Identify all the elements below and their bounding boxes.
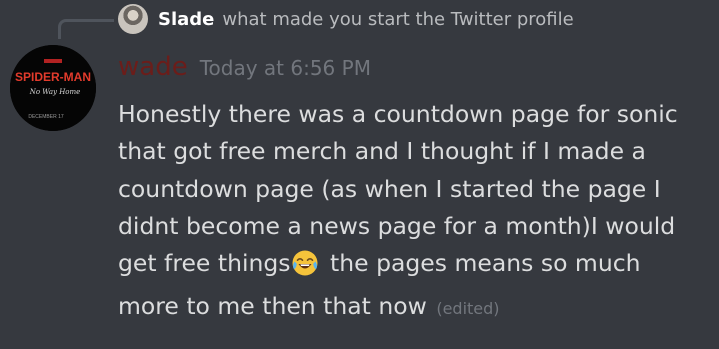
marvel-logo-icon bbox=[44, 59, 62, 63]
joy-emoji-icon bbox=[291, 249, 319, 288]
avatar-date: DECEMBER 17 bbox=[28, 114, 64, 120]
message-author[interactable]: wade bbox=[118, 52, 188, 82]
chat-message: Slade what made you start the Twitter pr… bbox=[0, 0, 719, 349]
avatar-subtitle: No Way Home bbox=[29, 88, 81, 96]
edited-label: (edited) bbox=[436, 299, 500, 319]
message-timestamp: Today at 6:56 PM bbox=[199, 56, 371, 80]
reply-preview[interactable]: Slade what made you start the Twitter pr… bbox=[118, 3, 574, 35]
avatar[interactable]: SPIDER-MAN No Way Home DECEMBER 17 bbox=[10, 45, 96, 131]
avatar-title: SPIDER-MAN bbox=[15, 70, 91, 84]
avatar-image: SPIDER-MAN No Way Home DECEMBER 17 bbox=[10, 45, 96, 131]
message-content: Honestly there was a countdown page for … bbox=[118, 96, 708, 328]
reply-text[interactable]: what made you start the Twitter profile bbox=[222, 9, 573, 30]
message-header: wade Today at 6:56 PM bbox=[118, 52, 371, 82]
reply-connector bbox=[58, 19, 114, 39]
reply-author[interactable]: Slade bbox=[158, 9, 214, 30]
reply-avatar[interactable] bbox=[118, 4, 148, 34]
